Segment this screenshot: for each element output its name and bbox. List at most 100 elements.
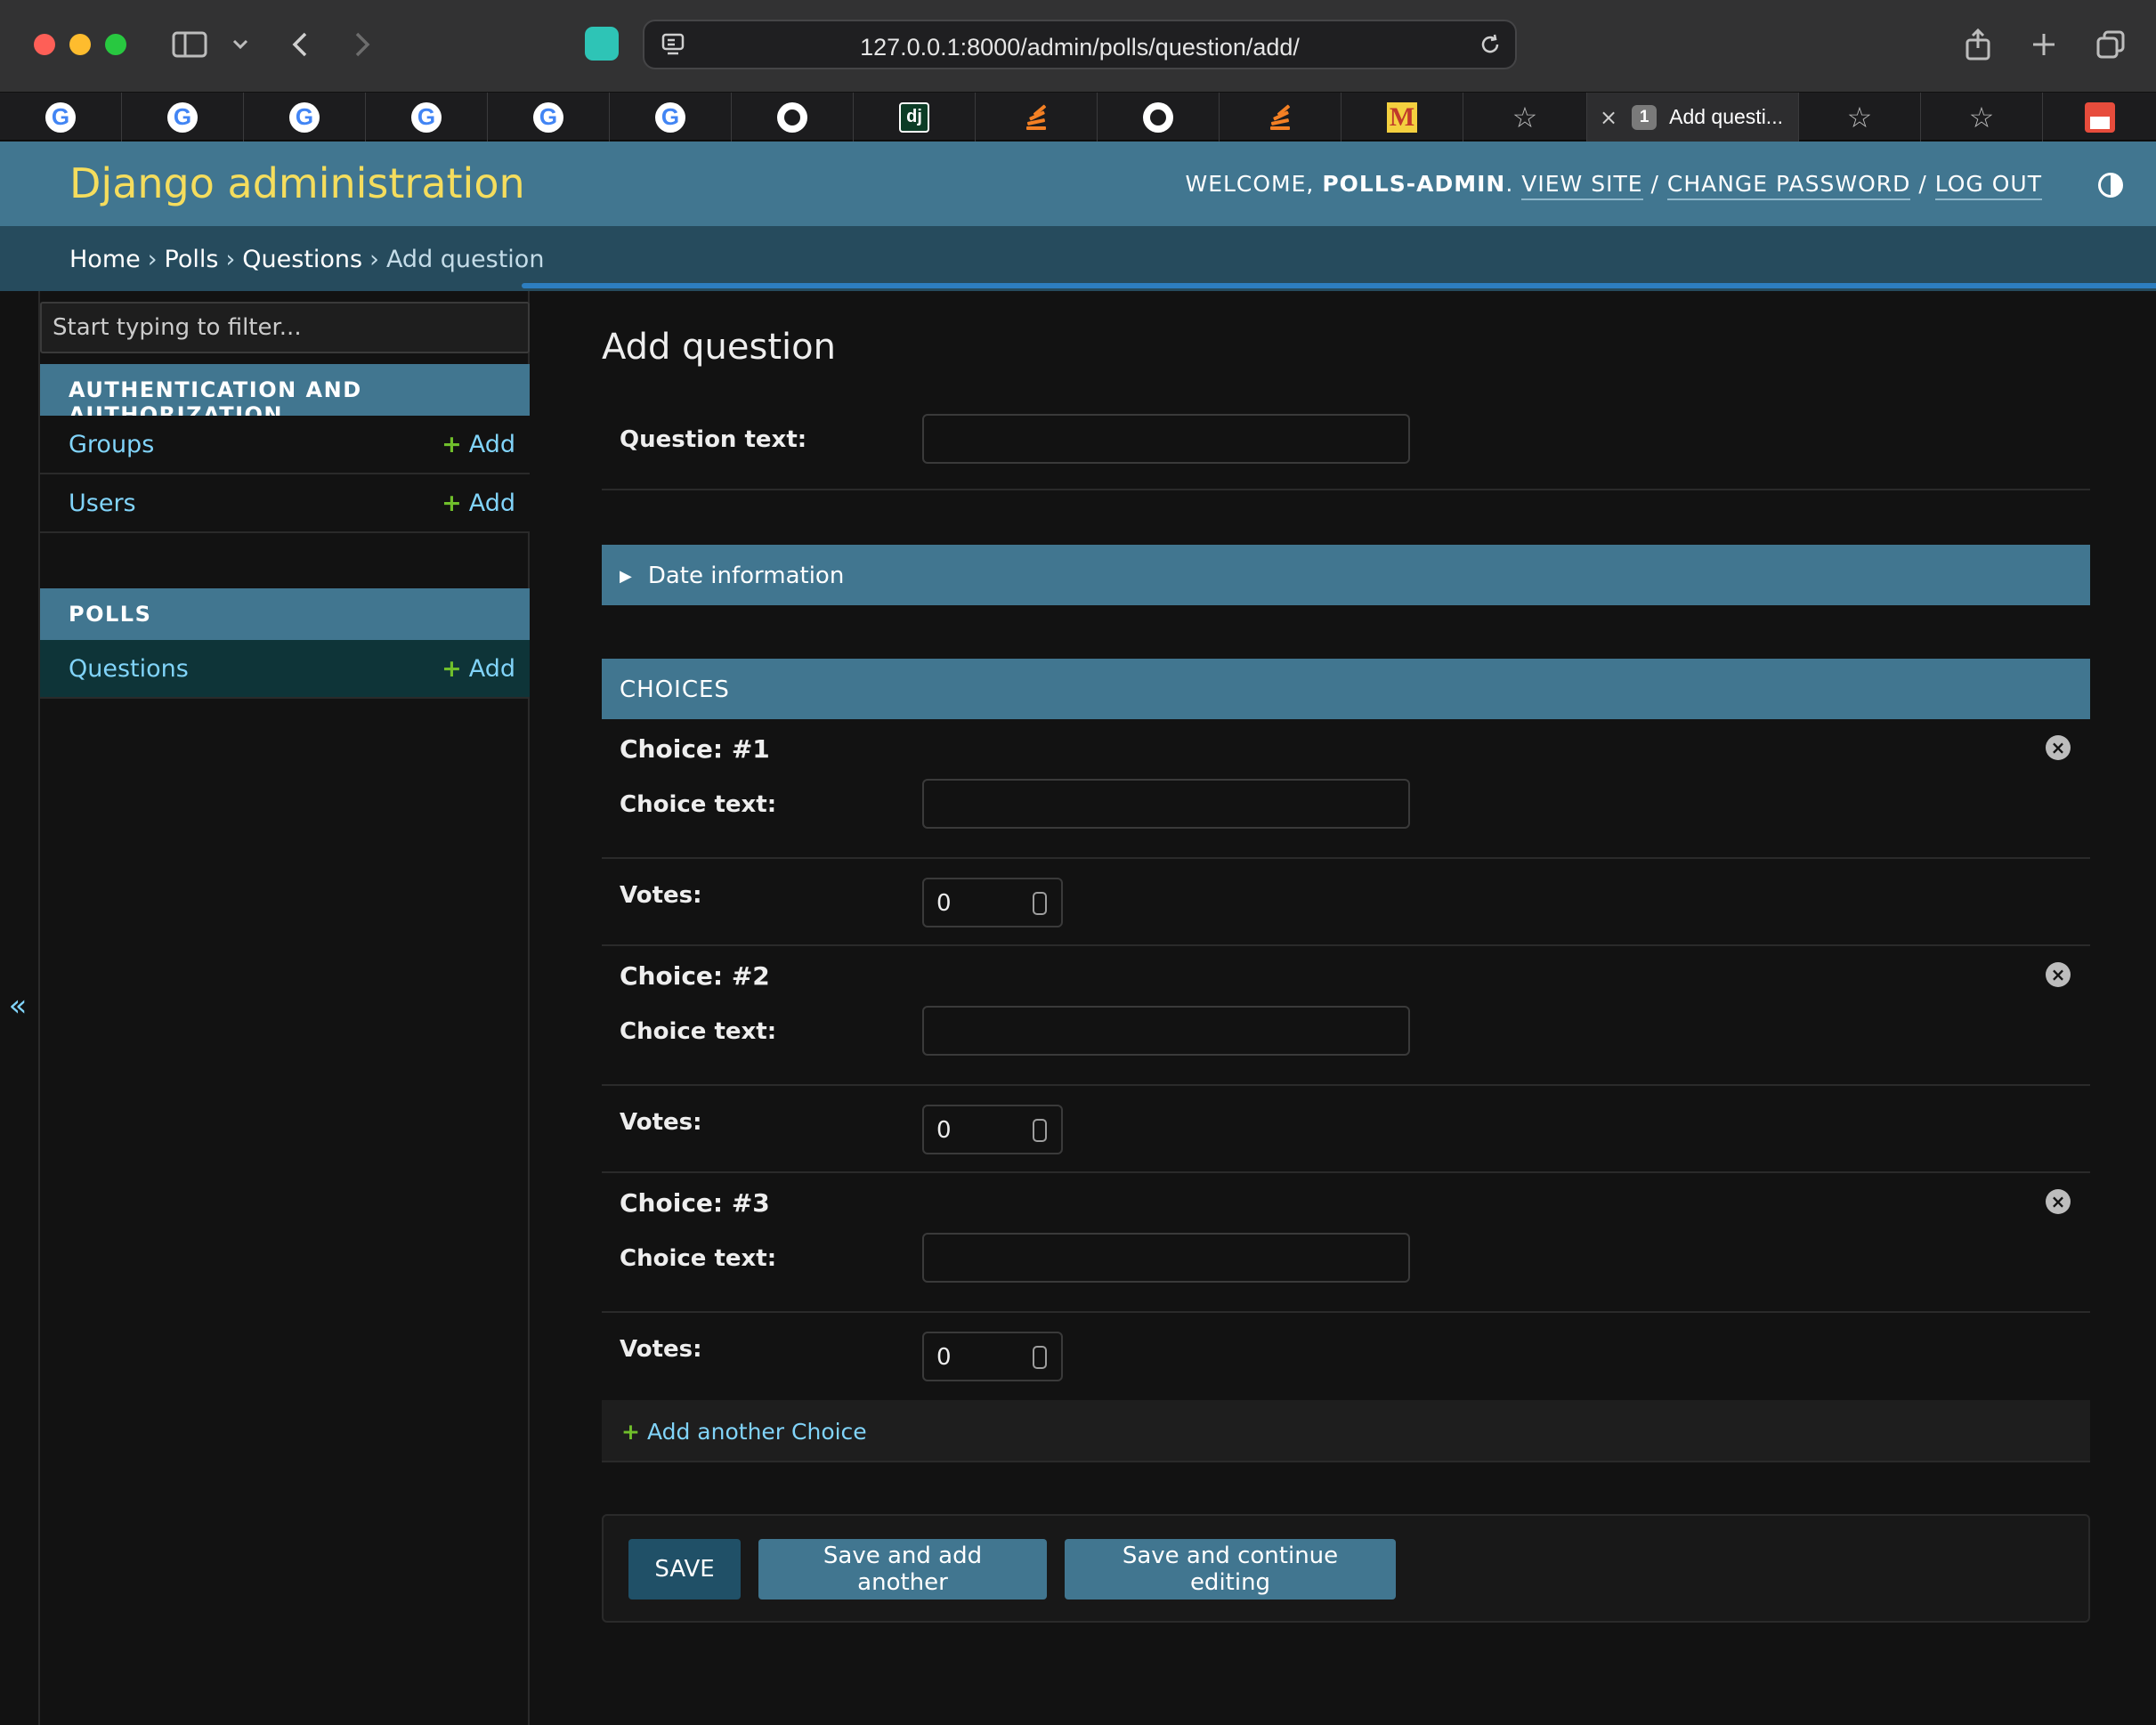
delete-choice-icon[interactable]: × [2046, 735, 2071, 760]
minimize-window-button[interactable] [69, 34, 91, 55]
choice-text-input[interactable] [922, 1233, 1410, 1283]
add-users-link[interactable]: + Add [442, 490, 515, 517]
share-icon[interactable] [1962, 20, 1994, 69]
pinned-tab-github[interactable] [1098, 93, 1220, 142]
question-text-input[interactable] [922, 414, 1410, 464]
pinned-tab-google[interactable]: G [366, 93, 488, 142]
welcome-text: WELCOME, [1185, 171, 1315, 197]
breadcrumb-separator: › [147, 246, 158, 273]
votes-input[interactable]: 0 [922, 1105, 1063, 1154]
stackoverflow-icon [1023, 103, 1050, 132]
stackoverflow-icon [1267, 103, 1293, 132]
app-caption-auth[interactable]: AUTHENTICATION AND AUTHORIZATION [40, 364, 530, 427]
app-caption-polls[interactable]: POLLS [40, 588, 530, 640]
add-another-choice-link[interactable]: + Add another Choice [621, 1419, 867, 1445]
model-link-questions[interactable]: Questions [69, 655, 189, 683]
add-groups-link[interactable]: + Add [442, 431, 515, 458]
save-and-add-another-button[interactable]: Save and add another [758, 1539, 1047, 1599]
breadcrumb-home[interactable]: Home [69, 246, 141, 273]
zoom-window-button[interactable] [105, 34, 126, 55]
votes-input[interactable]: 0 [922, 1332, 1063, 1381]
date-information-label: Date information [647, 563, 845, 589]
votes-label: Votes: [620, 1336, 702, 1363]
address-bar[interactable]: 127.0.0.1:8000/admin/polls/question/add/ [643, 20, 1517, 69]
votes-row: Votes: 0 [602, 861, 2090, 946]
breadcrumb-questions[interactable]: Questions [242, 246, 362, 273]
question-text-row: Question text: [602, 396, 2090, 490]
site-branding[interactable]: Django administration [69, 159, 525, 207]
pinned-tab-google[interactable]: G [488, 93, 610, 142]
votes-row: Votes: 0 [602, 1088, 2090, 1173]
pinned-tab-google[interactable]: G [122, 93, 244, 142]
view-site-link[interactable]: VIEW SITE [1521, 171, 1643, 200]
breadcrumb-separator: › [369, 246, 379, 273]
choice-text-input[interactable] [922, 1006, 1410, 1056]
google-icon: G [533, 101, 563, 133]
star-icon: ☆ [1512, 100, 1538, 134]
pinned-tab-github[interactable] [732, 93, 854, 142]
change-password-link[interactable]: CHANGE PASSWORD [1666, 171, 1911, 200]
new-tab-icon[interactable] [2028, 20, 2060, 69]
forward-icon[interactable] [349, 20, 376, 69]
browser-titlebar: 127.0.0.1:8000/admin/polls/question/add/ [0, 0, 2156, 92]
nav-filter-input[interactable] [40, 302, 530, 353]
votes-value: 0 [936, 1117, 952, 1144]
separator: / [1650, 171, 1659, 197]
choice-text-input[interactable] [922, 779, 1410, 829]
pinned-tab-google[interactable]: G [0, 93, 122, 142]
pinned-tab-google[interactable]: G [610, 93, 732, 142]
google-icon: G [655, 101, 685, 133]
extension-icon[interactable] [585, 27, 619, 61]
sidebar-toggle-icon[interactable] [169, 20, 210, 69]
star-icon: ☆ [1846, 100, 1873, 134]
model-link-groups[interactable]: Groups [69, 431, 154, 458]
date-information-toggle[interactable]: ▶ Date information [602, 545, 2090, 605]
choice-text-row: Choice text: [602, 779, 2090, 859]
tab-close-icon[interactable]: × [1600, 105, 1617, 130]
choice-title: Choice: #3 [620, 1188, 770, 1218]
reload-icon[interactable] [1474, 27, 1506, 62]
pinned-tab-m[interactable]: M [1341, 93, 1463, 142]
plus-icon: + [442, 490, 462, 517]
delete-choice-icon[interactable]: × [2046, 962, 2071, 987]
delete-choice-icon[interactable]: × [2046, 1189, 2071, 1214]
separator: / [1918, 171, 1927, 197]
votes-input[interactable]: 0 [922, 878, 1063, 927]
pinned-tab-stackoverflow[interactable] [1220, 93, 1341, 142]
stepper-icon[interactable] [1033, 1119, 1047, 1142]
add-questions-link[interactable]: + Add [442, 655, 515, 683]
tab-overview-icon[interactable] [2094, 20, 2128, 69]
stepper-icon[interactable] [1033, 892, 1047, 915]
pinned-tab-stackoverflow[interactable] [976, 93, 1098, 142]
pinned-tab-bookmark[interactable]: ☆ [1799, 93, 1921, 142]
back-icon[interactable] [287, 20, 313, 69]
active-tab-title: Add questi... [1669, 105, 1783, 128]
pinned-tab-bookmark[interactable]: ☆ [1463, 93, 1587, 142]
url-text[interactable]: 127.0.0.1:8000/admin/polls/question/add/ [644, 34, 1515, 61]
page-title: Add question [602, 327, 836, 368]
active-tab[interactable]: × 1 Add questi... [1587, 93, 1799, 142]
collapse-sidebar-icon[interactable]: « [0, 988, 36, 1024]
site-header: Django administration WELCOME, POLLS-ADM… [0, 142, 2156, 226]
pinned-tab-bookmark[interactable]: ☆ [1921, 93, 2043, 142]
stepper-icon[interactable] [1033, 1346, 1047, 1369]
save-and-continue-button[interactable]: Save and continue editing [1065, 1539, 1396, 1599]
choice-text-label: Choice text: [620, 791, 777, 818]
pinned-tab-django[interactable]: dj [854, 93, 976, 142]
pinned-tab-gift[interactable] [2043, 93, 2156, 142]
tab-count-badge: 1 [1632, 104, 1658, 130]
close-window-button[interactable] [34, 34, 55, 55]
nav-sidebar: AUTHENTICATION AND AUTHORIZATION Groups … [38, 291, 530, 1725]
breadcrumb-polls[interactable]: Polls [165, 246, 219, 273]
breadcrumb-separator: › [225, 246, 236, 273]
model-link-users[interactable]: Users [69, 490, 136, 517]
plus-icon: + [621, 1419, 640, 1445]
theme-toggle-icon[interactable] [2098, 173, 2123, 198]
save-button[interactable]: SAVE [628, 1539, 741, 1599]
google-icon: G [45, 101, 76, 133]
log-out-link[interactable]: LOG OUT [1934, 171, 2042, 200]
github-icon [777, 101, 807, 133]
star-icon: ☆ [1968, 100, 1995, 134]
pinned-tab-google[interactable]: G [244, 93, 366, 142]
chevron-down-icon[interactable] [230, 20, 251, 69]
